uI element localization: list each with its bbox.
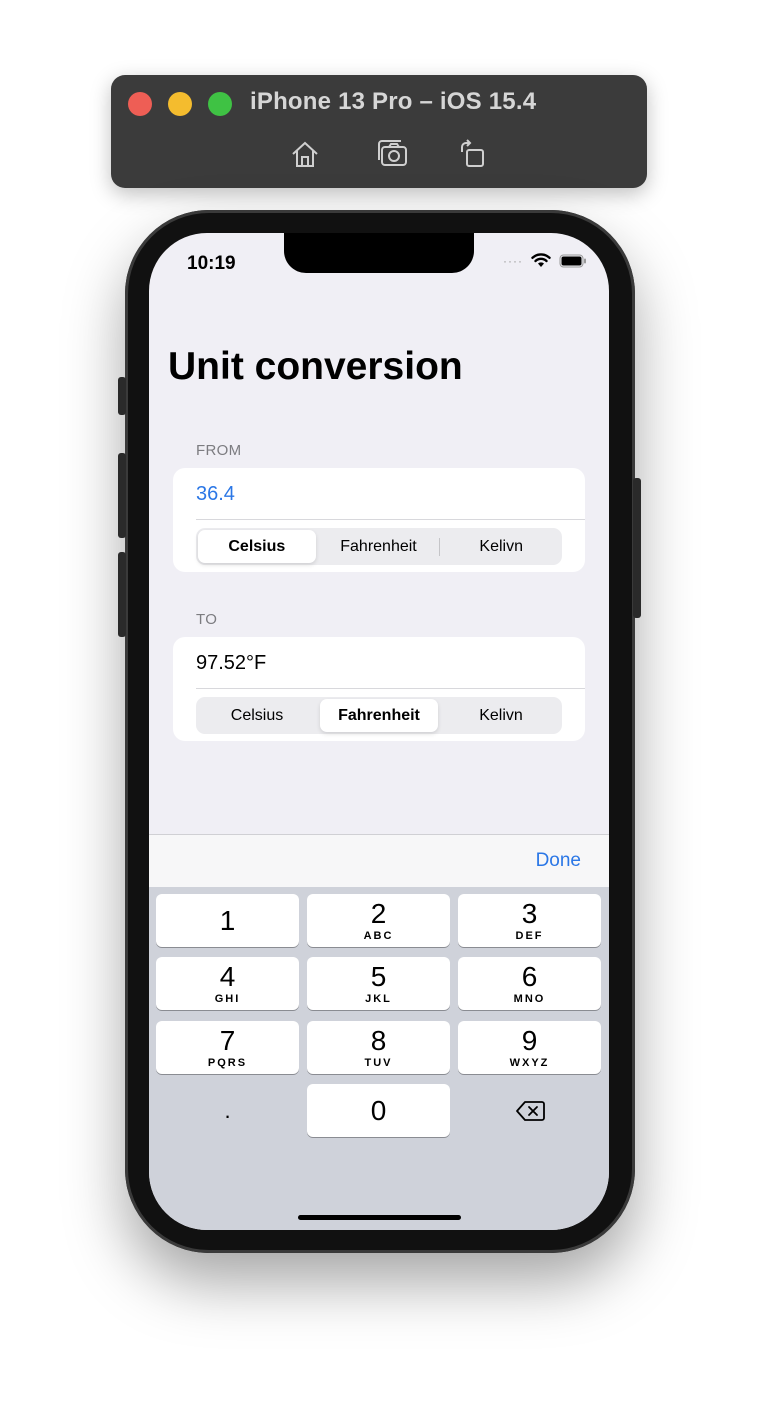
key-letters: GHI xyxy=(214,992,241,1005)
key-9[interactable]: 9 WXYZ xyxy=(458,1021,601,1074)
to-unit-kelvin[interactable]: Kelivn xyxy=(442,699,560,732)
key-number: 9 xyxy=(521,1024,538,1056)
key-6[interactable]: 6 MNO xyxy=(458,957,601,1010)
key-3[interactable]: 3 DEF xyxy=(458,894,601,947)
segment-separator xyxy=(439,537,441,556)
from-unit-kelvin[interactable]: Kelivn xyxy=(442,530,560,563)
key-number: 8 xyxy=(370,1024,387,1056)
from-unit-fahrenheit[interactable]: Fahrenheit xyxy=(320,530,438,563)
to-unit-fahrenheit[interactable]: Fahrenheit xyxy=(320,699,438,732)
from-unit-segmented-control: Celsius Fahrenheit Kelivn xyxy=(196,528,562,565)
home-icon[interactable] xyxy=(287,137,323,171)
key-number: 4 xyxy=(219,960,236,992)
rotate-icon[interactable] xyxy=(455,137,491,171)
volume-up-button xyxy=(118,453,126,538)
from-card: 36.4 Celsius Fahrenheit Kelivn xyxy=(173,468,585,572)
key-decimal[interactable]: . xyxy=(156,1084,299,1137)
key-0[interactable]: 0 xyxy=(307,1084,450,1137)
to-card: 97.52°F Celsius Fahrenheit Kelivn xyxy=(173,637,585,741)
mute-switch xyxy=(118,377,126,415)
battery-icon xyxy=(559,254,586,267)
key-5[interactable]: 5 JKL xyxy=(307,957,450,1010)
phone-screen: 10:19 ···· Unit conversion FROM 36.4 Cel… xyxy=(149,233,609,1230)
to-unit-celsius[interactable]: Celsius xyxy=(198,699,316,732)
key-8[interactable]: 8 TUV xyxy=(307,1021,450,1074)
key-7[interactable]: 7 PQRS xyxy=(156,1021,299,1074)
signal-dots-icon: ···· xyxy=(503,253,523,268)
minimize-window-button[interactable] xyxy=(168,92,192,116)
key-2[interactable]: 2 ABC xyxy=(307,894,450,947)
key-number: 5 xyxy=(370,960,387,992)
key-number: 6 xyxy=(521,960,538,992)
power-button xyxy=(633,478,641,618)
to-section-label: TO xyxy=(196,611,218,628)
to-unit-segmented-control: Celsius Fahrenheit Kelivn xyxy=(196,697,562,734)
done-button[interactable]: Done xyxy=(536,850,581,872)
from-unit-celsius[interactable]: Celsius xyxy=(198,530,316,563)
key-number: 7 xyxy=(219,1024,236,1056)
wifi-icon xyxy=(531,253,551,267)
divider xyxy=(196,519,585,520)
key-number: 1 xyxy=(219,904,236,936)
key-letters: TUV xyxy=(364,1056,393,1069)
volume-down-button xyxy=(118,552,126,637)
page-title: Unit conversion xyxy=(168,345,463,388)
close-window-button[interactable] xyxy=(128,92,152,116)
key-letters: WXYZ xyxy=(509,1056,550,1069)
key-letters: ABC xyxy=(363,929,394,942)
from-section-label: FROM xyxy=(196,442,242,459)
delete-backspace-icon xyxy=(515,1100,545,1121)
zoom-window-button[interactable] xyxy=(208,92,232,116)
key-1[interactable]: 1 xyxy=(156,894,299,947)
screenshot-icon[interactable] xyxy=(375,137,411,171)
simulator-title: iPhone 13 Pro – iOS 15.4 xyxy=(250,88,537,115)
key-number: 2 xyxy=(370,897,387,929)
key-letters: PQRS xyxy=(207,1056,248,1069)
to-value: 97.52°F xyxy=(196,652,267,674)
delete-key[interactable] xyxy=(458,1084,601,1137)
key-number: . xyxy=(224,1097,231,1123)
key-number: 0 xyxy=(370,1094,387,1126)
divider xyxy=(196,688,585,689)
number-keypad: 1 2 ABC 3 DEF 4 GHI 5 JKL 6 MNO 7 PQRS 8… xyxy=(149,887,609,1230)
key-letters: JKL xyxy=(365,992,392,1005)
status-icons: ···· xyxy=(503,253,587,268)
keyboard-toolbar: Done xyxy=(149,834,609,887)
key-letters: DEF xyxy=(515,929,544,942)
key-number: 3 xyxy=(521,897,538,929)
from-value-input[interactable]: 36.4 xyxy=(196,483,235,506)
key-letters: MNO xyxy=(513,992,546,1005)
notch xyxy=(284,233,474,273)
key-4[interactable]: 4 GHI xyxy=(156,957,299,1010)
status-time: 10:19 xyxy=(187,253,236,274)
home-indicator xyxy=(298,1215,461,1220)
